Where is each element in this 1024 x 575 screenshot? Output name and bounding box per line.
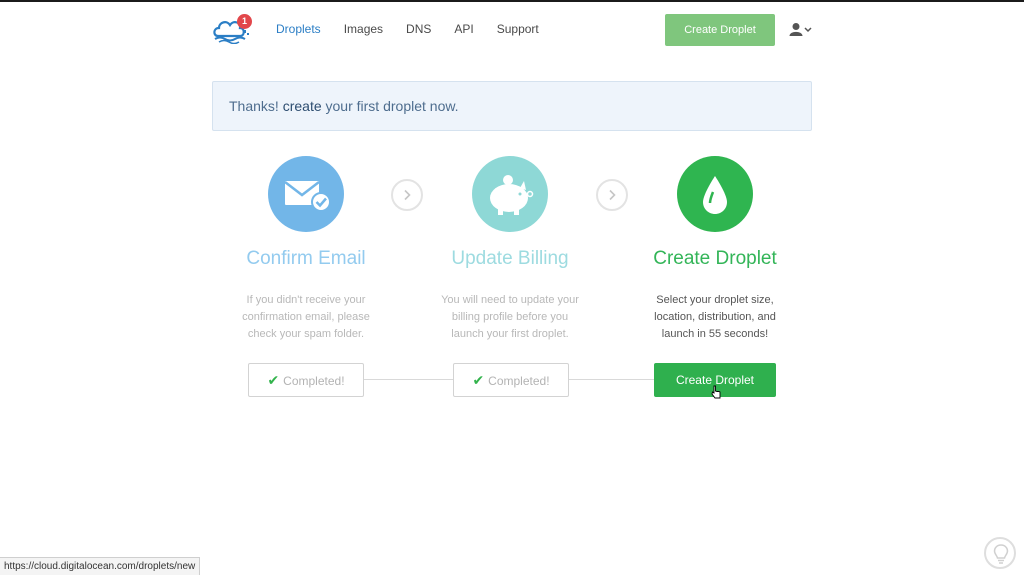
checkmark-icon: ✔ — [267, 372, 280, 388]
notification-badge[interactable]: 1 — [237, 14, 252, 29]
nav-api[interactable]: API — [454, 22, 473, 36]
user-menu-button[interactable] — [789, 22, 813, 38]
nav-droplets[interactable]: Droplets — [276, 22, 321, 36]
completed-label: Completed! — [283, 374, 345, 388]
step-connector-line — [569, 379, 654, 380]
step-title: Confirm Email — [246, 248, 366, 269]
step-description: Select your droplet size, location, dist… — [654, 294, 776, 340]
main-nav: Droplets Images DNS API Support — [276, 22, 562, 36]
user-icon — [789, 23, 812, 36]
banner-prefix: Thanks! — [229, 98, 283, 114]
lightbulb-icon[interactable] — [984, 537, 1016, 569]
window-top-border — [0, 0, 1024, 2]
completed-button-billing: ✔ Completed! — [453, 363, 569, 397]
completed-button-email: ✔ Completed! — [248, 363, 364, 397]
step-update-billing: Update Billing You will need to update y… — [415, 156, 605, 343]
banner-message: Thanks! create your first droplet now. — [229, 98, 459, 114]
step-title: Create Droplet — [653, 248, 777, 269]
step-description: You will need to update your billing pro… — [441, 294, 579, 340]
step-create-droplet: Create Droplet Select your droplet size,… — [620, 156, 810, 343]
digitalocean-logo-icon[interactable]: 1 — [212, 14, 256, 45]
step-confirm-email: Confirm Email If you didn't receive your… — [211, 156, 401, 343]
piggy-bank-icon — [472, 156, 548, 232]
nav-dns[interactable]: DNS — [406, 22, 431, 36]
browser-status-bar: https://cloud.digitalocean.com/droplets/… — [0, 557, 201, 575]
banner-create-link[interactable]: create — [283, 98, 322, 114]
create-droplet-header-button[interactable]: Create Droplet — [665, 14, 775, 46]
step-connector-line — [364, 379, 453, 380]
nav-images[interactable]: Images — [344, 22, 383, 36]
hand-cursor-icon — [711, 385, 721, 399]
droplet-icon — [677, 156, 753, 232]
nav-support[interactable]: Support — [497, 22, 539, 36]
step-description: If you didn't receive your confirmation … — [242, 294, 370, 340]
banner-suffix: your first droplet now. — [321, 98, 459, 114]
checkmark-icon: ✔ — [472, 372, 485, 388]
envelope-check-icon — [268, 156, 344, 232]
welcome-banner: Thanks! create your first droplet now. — [212, 81, 812, 131]
step-title: Update Billing — [451, 248, 569, 269]
top-navigation: 1 Droplets Images DNS API Support Create… — [212, 12, 812, 48]
completed-label: Completed! — [488, 374, 550, 388]
